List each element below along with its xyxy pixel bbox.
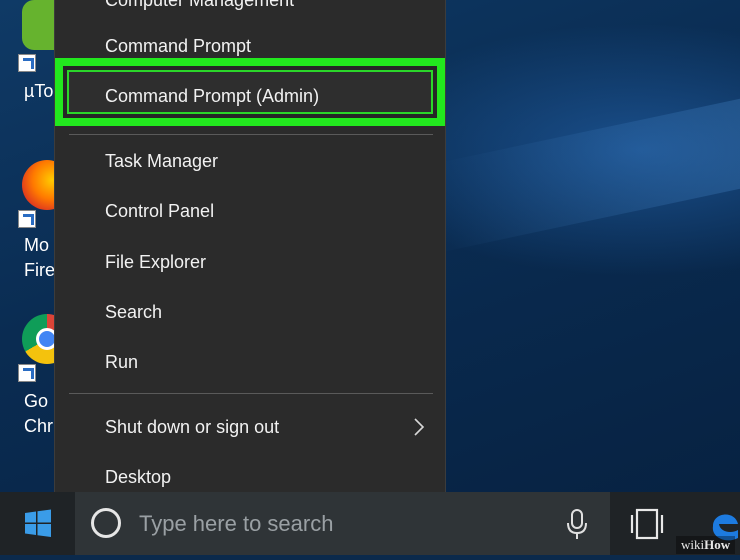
wallpaper-light-beam <box>430 75 740 255</box>
task-view-icon[interactable] <box>628 506 666 542</box>
chevron-right-icon <box>414 418 425 436</box>
power-user-menu: Computer Management Command Prompt Comma… <box>54 0 446 512</box>
menu-item-label: Run <box>105 352 139 372</box>
menu-item-shut-down-or-sign-out[interactable]: Shut down or sign out <box>55 405 445 449</box>
watermark-suffix: How <box>704 537 731 552</box>
menu-item-run[interactable]: Run <box>55 340 445 384</box>
search-input[interactable] <box>137 506 531 542</box>
wikihow-watermark: wikiHow <box>676 536 736 554</box>
watermark-prefix: wiki <box>681 537 705 552</box>
menu-item-label: Task Manager <box>105 151 219 171</box>
menu-item-label: Shut down or sign out <box>105 417 280 437</box>
taskbar-search-box[interactable] <box>75 492 610 555</box>
menu-separator <box>69 134 433 135</box>
menu-item-control-panel[interactable]: Control Panel <box>55 189 445 233</box>
start-button[interactable] <box>0 492 75 555</box>
shortcut-arrow-icon <box>18 210 36 228</box>
menu-item-label: Search <box>105 302 163 322</box>
menu-item-computer-management[interactable]: Computer Management <box>55 0 445 22</box>
desktop-icon-label: Chr <box>24 416 54 436</box>
menu-separator <box>69 393 433 394</box>
shortcut-arrow-icon <box>18 54 36 72</box>
desktop-icon-label: Fire <box>24 260 55 280</box>
desktop-icon-label: µTo <box>24 81 54 101</box>
menu-item-label: Command Prompt (Admin) <box>105 86 320 106</box>
menu-item-task-manager[interactable]: Task Manager <box>55 139 445 183</box>
cortana-circle-icon[interactable] <box>91 508 121 538</box>
windows-logo-icon <box>25 509 51 537</box>
menu-item-label: File Explorer <box>105 252 207 272</box>
menu-item-search[interactable]: Search <box>55 290 445 334</box>
taskbar <box>0 492 740 555</box>
desktop-icon-label: Mo <box>24 235 50 255</box>
desktop-icon-label: Go <box>24 391 49 411</box>
microphone-icon[interactable] <box>565 508 589 540</box>
menu-item-file-explorer[interactable]: File Explorer <box>55 240 445 284</box>
menu-item-command-prompt-admin[interactable]: Command Prompt (Admin) <box>55 74 445 118</box>
menu-item-label: Control Panel <box>105 201 215 221</box>
menu-item-label: Computer Management <box>105 0 295 10</box>
shortcut-arrow-icon <box>18 364 36 382</box>
